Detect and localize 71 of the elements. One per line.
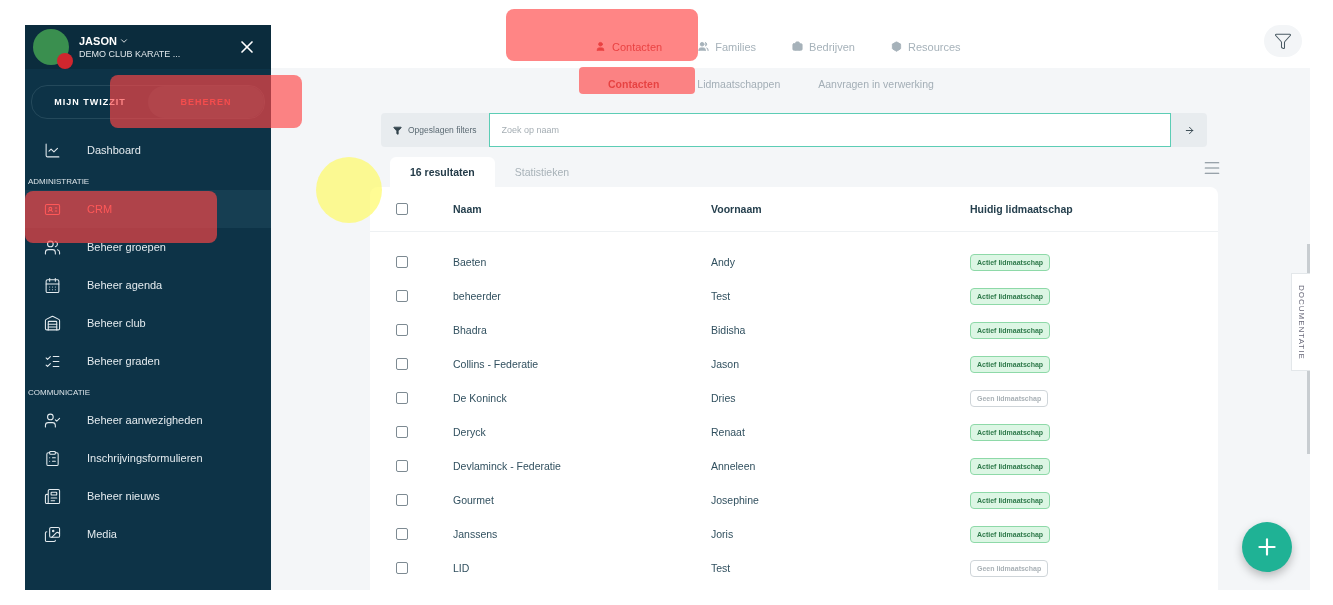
table-cell-text: Bhadra bbox=[453, 324, 488, 336]
tab-icon bbox=[595, 41, 606, 52]
tab-icon bbox=[792, 41, 804, 52]
table-cell-text: Deryck bbox=[453, 426, 487, 438]
result-tab[interactable]: 16 resultaten bbox=[390, 157, 495, 187]
section-title: COMMUNICATIE bbox=[27, 387, 92, 399]
sidebar-item[interactable]: Beheer groepen bbox=[25, 228, 271, 266]
table-cell-text: Devlaminck - Federatie bbox=[453, 460, 562, 472]
sidebar-item[interactable]: Beheer club bbox=[25, 304, 271, 342]
table-cell-text: Andy bbox=[711, 256, 736, 268]
table-cell-text: Anneleen bbox=[711, 460, 757, 472]
search-field[interactable]: Zoek op naam bbox=[488, 113, 1171, 147]
arrow-right-icon bbox=[1183, 124, 1195, 136]
row-checkbox[interactable] bbox=[396, 290, 408, 302]
table-cell-text: Test bbox=[711, 290, 732, 302]
sidebar-item[interactable]: Beheer agenda bbox=[25, 266, 271, 304]
row-checkbox[interactable] bbox=[396, 324, 408, 336]
sidebar-item[interactable]: Media bbox=[25, 515, 271, 553]
row-checkbox[interactable] bbox=[396, 528, 408, 540]
tab-icon bbox=[698, 41, 710, 52]
club-badge-icon bbox=[57, 53, 73, 69]
row-checkbox[interactable] bbox=[396, 494, 408, 506]
user-name[interactable]: JASON bbox=[79, 35, 227, 47]
table-cell-text: LID bbox=[453, 562, 471, 574]
table-cell-text: Joris bbox=[711, 528, 735, 540]
table-cell-text: Baeten bbox=[453, 256, 488, 268]
add-button[interactable] bbox=[1242, 522, 1292, 572]
table-cell-text: Test bbox=[711, 562, 732, 574]
table-cell-text: Renaat bbox=[711, 426, 746, 438]
column-header[interactable]: Huidig lidmaatschap bbox=[970, 203, 1218, 215]
menu-icon bbox=[44, 525, 61, 543]
list-view-icon[interactable] bbox=[1203, 159, 1221, 177]
row-checkbox[interactable] bbox=[396, 562, 408, 574]
filter-icon bbox=[1274, 32, 1292, 50]
filter-button[interactable] bbox=[1264, 25, 1302, 57]
table-cell-text: Dries bbox=[711, 392, 737, 404]
menu-icon bbox=[44, 314, 61, 332]
saved-filters-button[interactable]: Opgeslagen filters bbox=[381, 113, 489, 147]
table-cell-text: Gourmet bbox=[453, 494, 495, 506]
chevron-down-icon bbox=[118, 36, 129, 46]
documentation-tab[interactable]: DOCUMENTATIE bbox=[1291, 273, 1310, 371]
table-cell-text: Jason bbox=[711, 358, 741, 370]
column-header[interactable]: Naam bbox=[453, 203, 711, 215]
row-checkbox[interactable] bbox=[396, 460, 408, 472]
sidebar-item[interactable]: Beheer nieuws bbox=[25, 477, 271, 515]
sidebar-item[interactable]: Dashboard bbox=[25, 131, 271, 169]
row-checkbox[interactable] bbox=[396, 358, 408, 370]
table-cell-text: Janssens bbox=[453, 528, 499, 540]
row-checkbox[interactable] bbox=[396, 392, 408, 404]
table-cell-text: Bidisha bbox=[711, 324, 747, 336]
menu-icon bbox=[44, 141, 61, 159]
sidebar-item[interactable]: Beheer aanwezigheden bbox=[25, 401, 271, 439]
row-checkbox[interactable] bbox=[396, 426, 408, 438]
table-cell-text: Collins - Federatie bbox=[453, 358, 540, 370]
row-checkbox[interactable] bbox=[396, 256, 408, 268]
menu-icon bbox=[44, 276, 61, 294]
select-all-checkbox[interactable] bbox=[396, 203, 408, 215]
tab-icon bbox=[890, 41, 902, 52]
table-cell-text: De Koninck bbox=[453, 392, 508, 404]
menu-icon bbox=[44, 238, 61, 256]
table-cell-text: beheerder bbox=[453, 290, 502, 302]
sidebar-item[interactable]: Inschrijvingsformulieren bbox=[25, 439, 271, 477]
menu-icon bbox=[44, 449, 61, 467]
column-header[interactable]: Voornaam bbox=[711, 203, 970, 215]
club-name: DEMO CLUB KARATE ... bbox=[79, 49, 182, 59]
section-title: ADMINISTRATIE bbox=[27, 176, 91, 188]
sidebar-item[interactable]: Beheer graden bbox=[25, 342, 271, 380]
menu-icon bbox=[44, 487, 61, 505]
table-cell-text: Josephine bbox=[711, 494, 760, 506]
menu-icon bbox=[44, 411, 61, 429]
filter-icon bbox=[393, 125, 402, 135]
